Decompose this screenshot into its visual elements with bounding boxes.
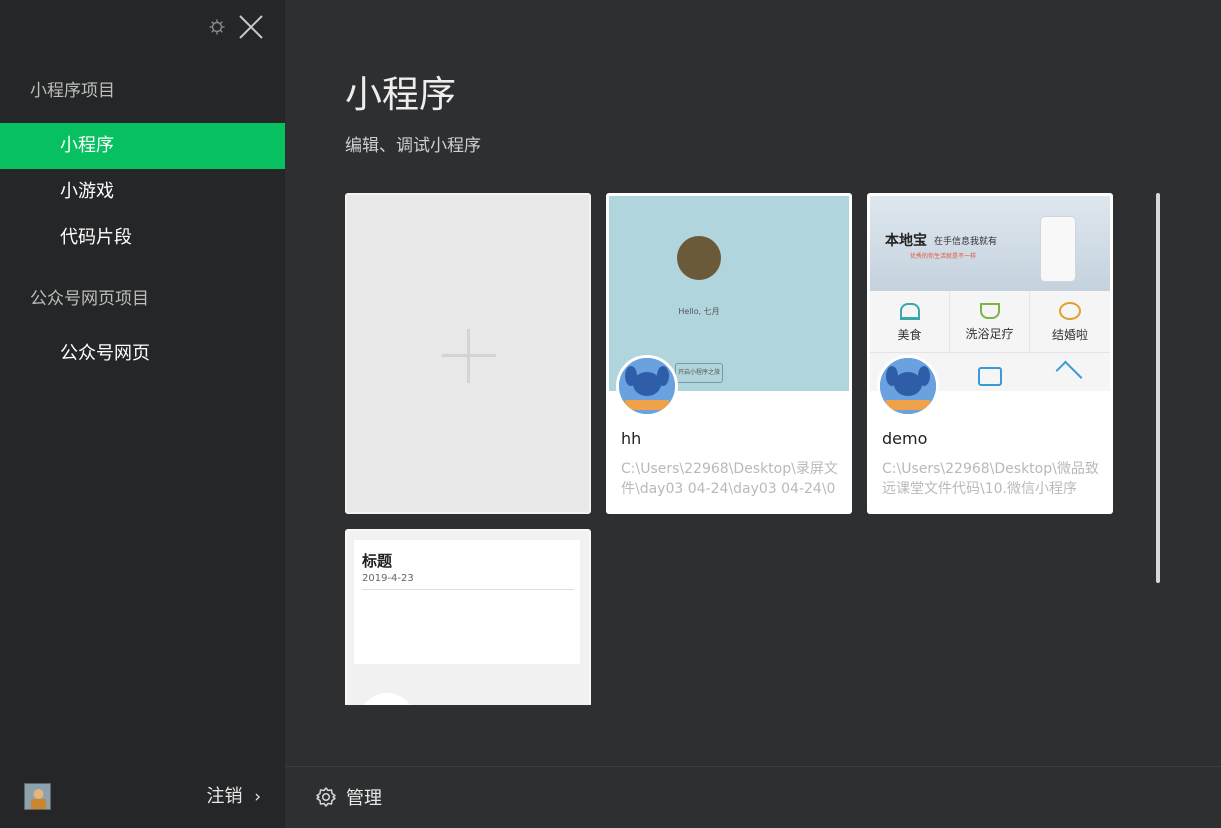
chevron-right-icon: ›	[254, 787, 261, 807]
page-title: 小程序	[345, 73, 456, 116]
thumb-title: 标题	[362, 552, 393, 570]
thumb-banner: 本地宝 在手信息我就有 优秀的你生活就是不一样	[870, 196, 1110, 291]
project-name: demo	[882, 429, 928, 448]
manage-label: 管理	[346, 788, 382, 809]
nav-item-miniprogram[interactable]: 小程序	[0, 123, 285, 169]
project-grid: Hello, 七月 开启小程序之旅 hh C:\Users\22968\Desk…	[345, 193, 1155, 705]
project-avatar	[616, 355, 678, 417]
stitch-avatar-icon	[880, 358, 936, 414]
thumb-divider	[362, 589, 574, 590]
project-card-hh[interactable]: Hello, 七月 开启小程序之旅 hh C:\Users\22968\Desk…	[606, 193, 852, 514]
category-label: 美食	[897, 328, 922, 342]
section-title-miniprogram: 小程序项目	[30, 81, 115, 101]
thumb-start-button: 开启小程序之旅	[675, 363, 723, 383]
category-food: 美食	[870, 291, 950, 353]
stitch-avatar-icon	[619, 358, 675, 414]
project-card-untitled[interactable]: 标题 2019-4-23	[345, 529, 591, 705]
project-avatar	[359, 693, 415, 705]
thumb-date: 2019-4-23	[362, 573, 414, 584]
logout-button[interactable]: 注销 ›	[206, 782, 261, 808]
bath-icon	[979, 303, 1000, 319]
new-project-card[interactable]	[345, 193, 591, 514]
avatar-image-icon	[25, 784, 50, 809]
food-icon	[899, 303, 920, 320]
graduation-cap-icon	[1055, 360, 1083, 388]
banner-title: 本地宝	[885, 233, 927, 249]
main-panel: 小程序 编辑、调试小程序 Hello, 七月 开启小程序之旅 hh C:\Use…	[285, 0, 1221, 828]
scrollbar[interactable]	[1156, 193, 1160, 583]
settings-gear-icon	[316, 787, 336, 807]
rings-icon	[1059, 302, 1081, 320]
nav-item-code-snippet[interactable]: 代码片段	[0, 215, 285, 261]
bottom-toolbar: 管理	[285, 766, 1221, 828]
phone-illustration-icon	[1040, 216, 1076, 282]
nav-item-minigame[interactable]: 小游戏	[0, 169, 285, 215]
logout-label: 注销	[206, 786, 243, 807]
window-controls	[208, 14, 268, 40]
project-card-demo[interactable]: 本地宝 在手信息我就有 优秀的你生活就是不一样 美食 洗浴足疗 结婚啦 demo…	[867, 193, 1113, 514]
user-avatar[interactable]	[24, 783, 51, 810]
plus-icon-vertical	[467, 329, 470, 383]
briefcase-icon	[978, 367, 1002, 386]
project-thumbnail: 标题 2019-4-23	[354, 540, 580, 664]
close-icon[interactable]	[238, 14, 264, 40]
settings-gear-icon[interactable]	[208, 18, 226, 36]
page-subtitle: 编辑、调试小程序	[345, 136, 481, 156]
sidebar: 小程序项目 小程序 小游戏 代码片段 公众号网页项目 公众号网页 注销 ›	[0, 0, 285, 828]
banner-subtitle: 在手信息我就有	[934, 237, 998, 247]
project-path: C:\Users\22968\Desktop\微品致远课堂文件代码\10.微信小…	[882, 461, 1099, 497]
section-title-official-account: 公众号网页项目	[30, 289, 149, 309]
project-avatar	[877, 355, 939, 417]
nav-item-official-web[interactable]: 公众号网页	[0, 331, 285, 377]
project-name: hh	[621, 429, 642, 448]
category-bath: 洗浴足疗	[950, 291, 1030, 353]
category-label: 结婚啦	[1051, 328, 1088, 342]
thumb-avatar-icon	[677, 236, 721, 280]
project-path: C:\Users\22968\Desktop\录屏文件\day03 04-24\…	[621, 461, 838, 497]
banner-tagline: 优秀的你生活就是不一样	[910, 253, 977, 260]
thumb-greeting: Hello, 七月	[678, 307, 720, 316]
category-label: 洗浴足疗	[965, 327, 1014, 341]
category-wedding: 结婚啦	[1030, 291, 1110, 353]
sidebar-footer: 注销 ›	[0, 766, 285, 828]
